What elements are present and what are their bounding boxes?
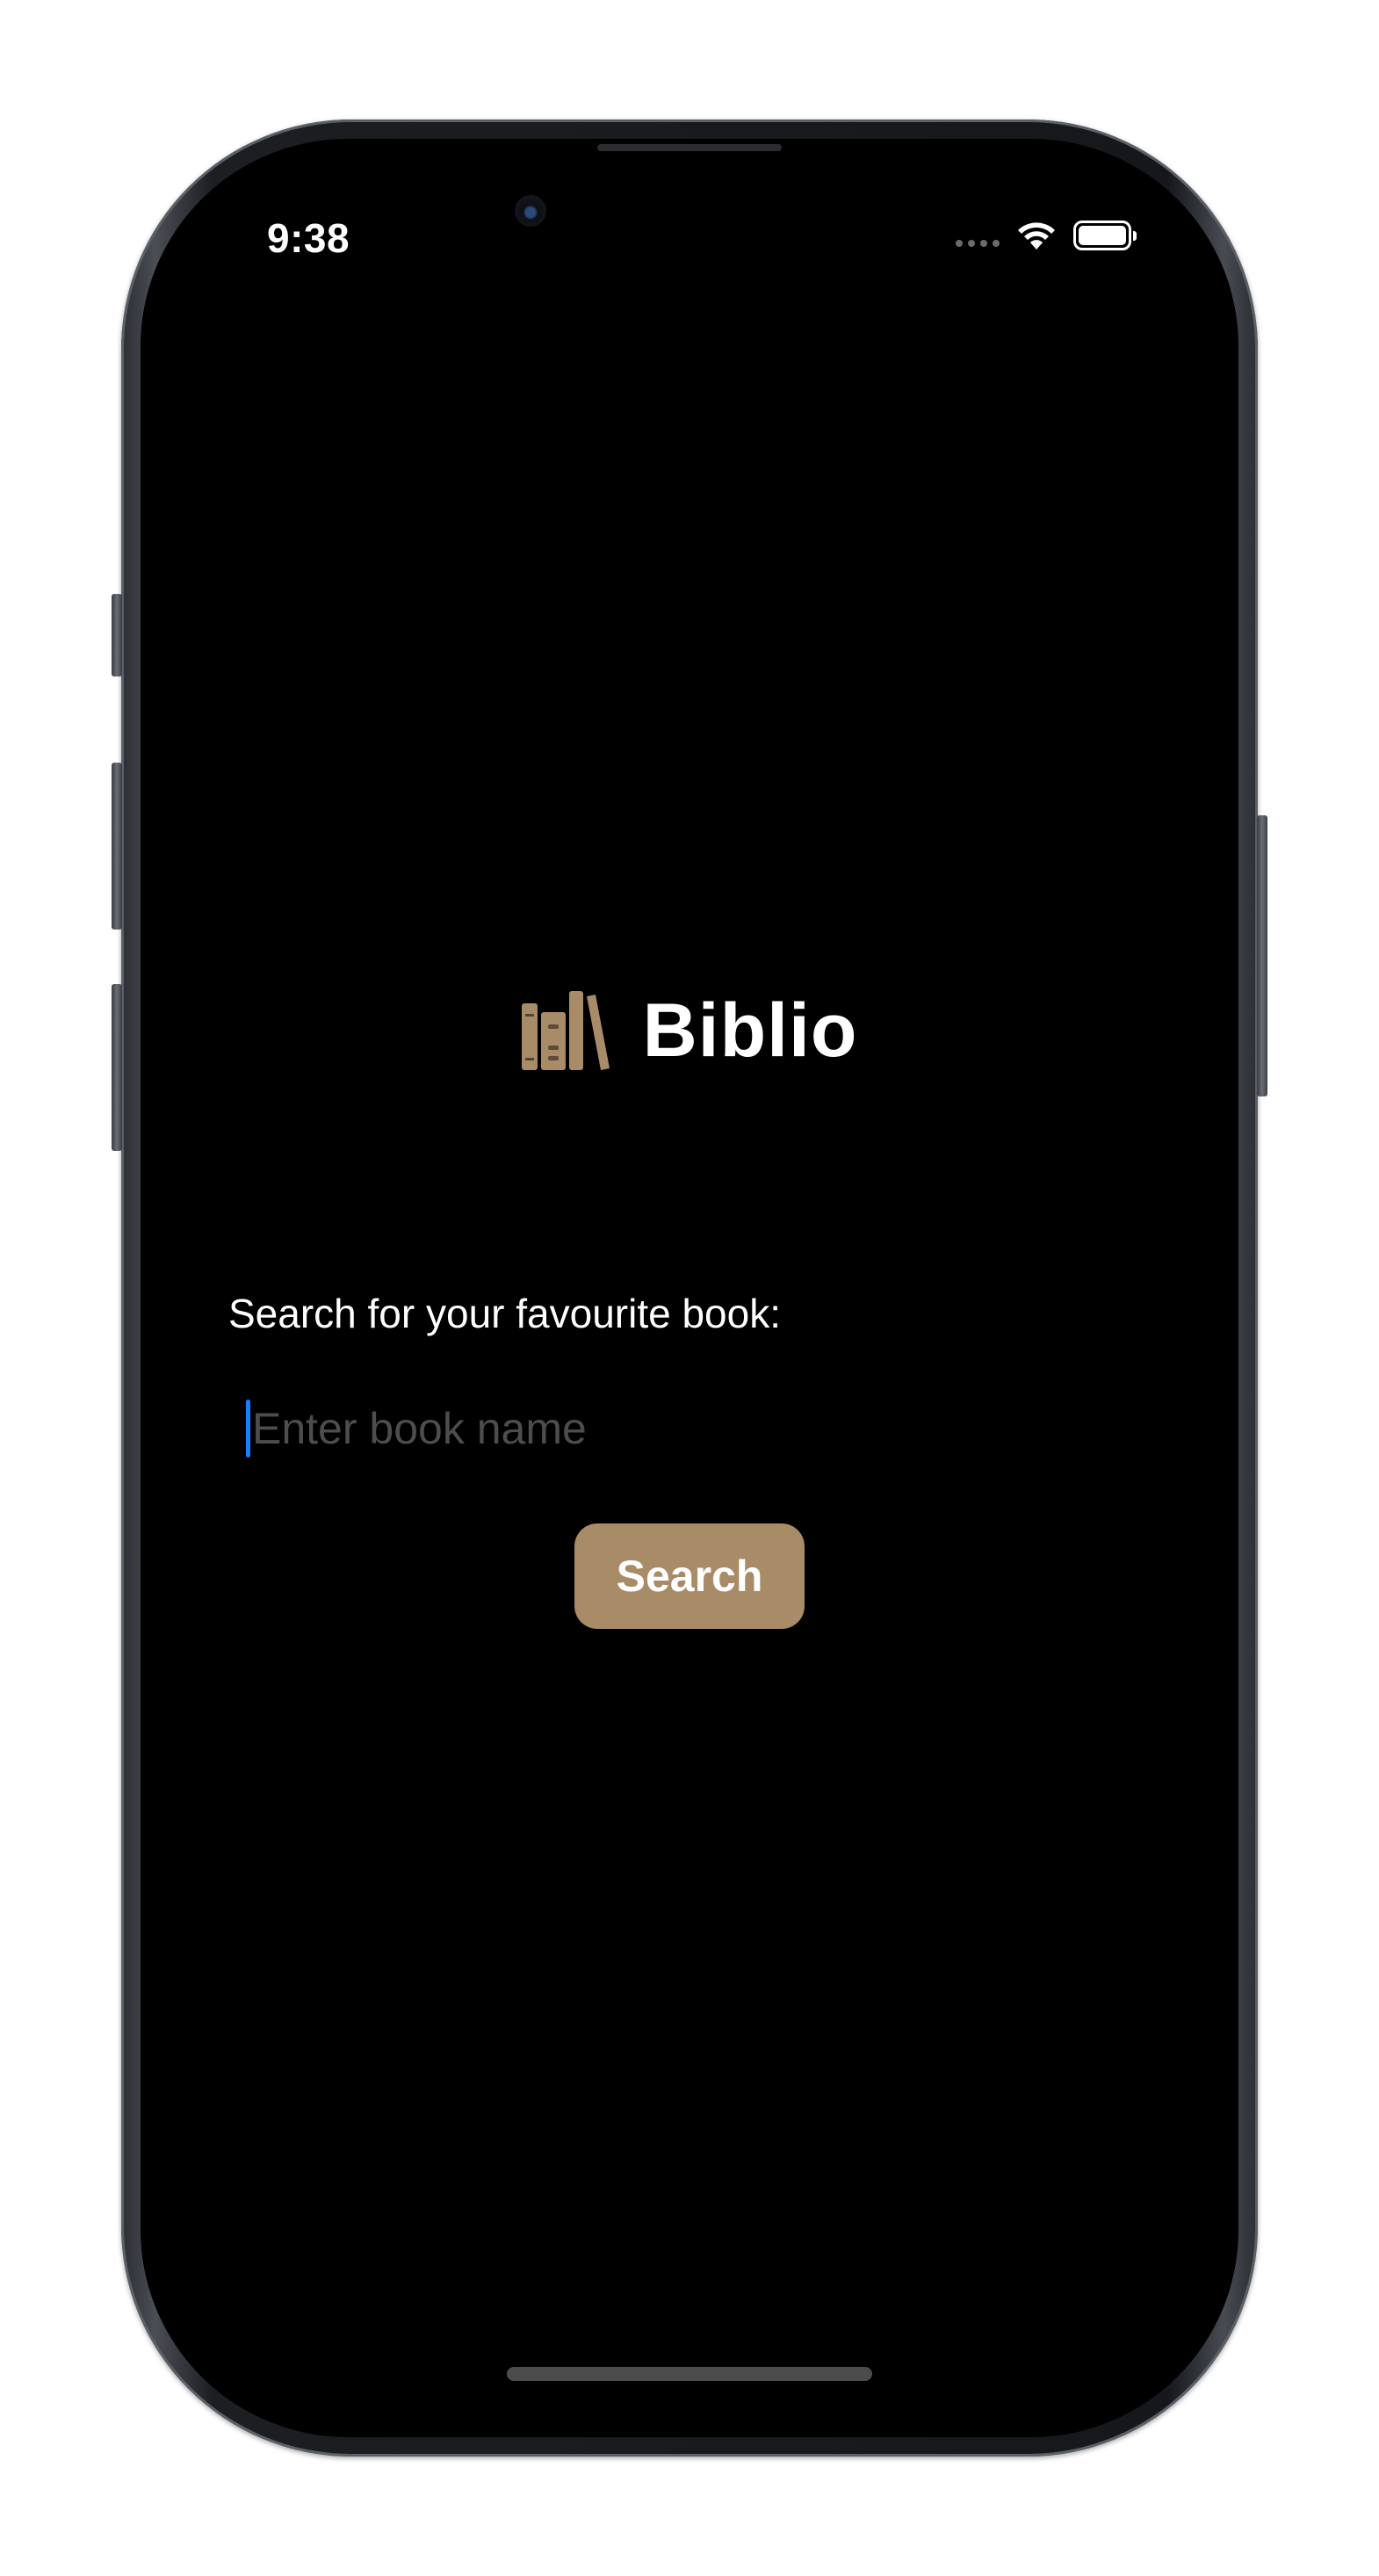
books-icon: [521, 990, 610, 1070]
status-indicators: [956, 220, 1137, 251]
book-search-field[interactable]: [246, 1397, 1089, 1460]
app-title: Biblio: [642, 988, 858, 1073]
action-button: [112, 594, 122, 677]
app-header: Biblio: [141, 988, 1238, 1075]
search-button[interactable]: Search: [574, 1523, 805, 1629]
status-time: 9:38: [267, 215, 350, 261]
speaker-grille: [597, 144, 782, 151]
search-prompt-label: Search for your favourite book:: [228, 1291, 781, 1336]
app-screen: 9:38 Biblio Search for your favourite bo…: [141, 139, 1238, 2437]
wifi-icon: [1018, 222, 1055, 250]
battery-icon: [1073, 221, 1137, 250]
home-indicator[interactable]: [507, 2367, 872, 2381]
book-name-input[interactable]: [252, 1403, 1043, 1454]
text-cursor: [246, 1400, 250, 1458]
power-button: [1257, 815, 1267, 1096]
no-signal-icon: [956, 222, 1000, 249]
battery-level: [1079, 226, 1126, 245]
front-camera: [515, 195, 546, 227]
volume-down-button: [112, 984, 122, 1151]
volume-up-button: [112, 763, 122, 930]
